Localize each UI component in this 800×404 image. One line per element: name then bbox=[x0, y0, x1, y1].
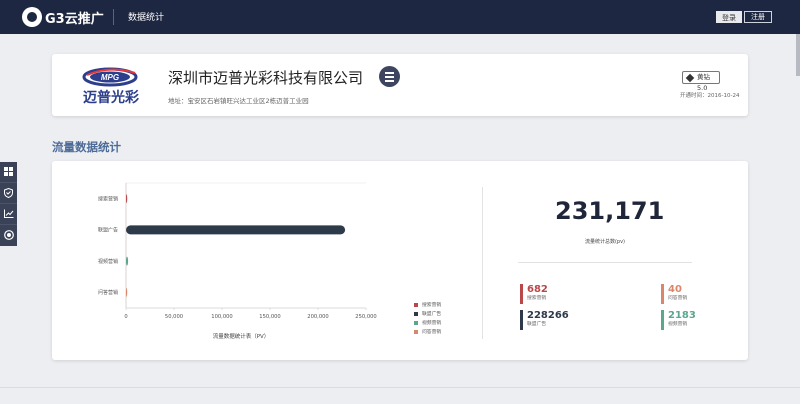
card-divider bbox=[482, 187, 483, 339]
metric-label: 视频营销 bbox=[668, 322, 688, 327]
y-tick-label: 问答营销 bbox=[98, 289, 118, 296]
grid-icon bbox=[4, 167, 13, 176]
legend-label: 问答营销 bbox=[422, 330, 442, 335]
metric-search: 682 搜索营销 bbox=[520, 284, 580, 304]
metric-label: 联盟广告 bbox=[527, 322, 547, 327]
company-logo-mark: MPG bbox=[101, 73, 119, 82]
company-name: 深圳市迈普光彩科技有限公司 bbox=[168, 69, 364, 87]
nav-divider bbox=[113, 9, 114, 25]
metric-color-bar bbox=[520, 310, 523, 330]
footer-divider bbox=[0, 387, 800, 388]
metric-label: 问答营销 bbox=[668, 296, 688, 301]
metric-value: 40 bbox=[668, 284, 682, 295]
metric-video: 2183 视频营销 bbox=[661, 310, 721, 330]
metric-label: 搜索营销 bbox=[527, 296, 547, 301]
open-time: 开通时间：2016-10-24 bbox=[680, 93, 740, 99]
metric-value: 2183 bbox=[668, 310, 696, 321]
total-pv-label: 流量统计总数(pv) bbox=[584, 239, 626, 245]
side-button-shield[interactable] bbox=[0, 183, 17, 204]
bar-0 bbox=[126, 194, 128, 204]
member-level-label: 黄钻5.0 bbox=[697, 73, 710, 92]
shield-icon bbox=[4, 188, 13, 198]
company-logo-text: 迈普光彩 bbox=[83, 89, 139, 106]
x-tick-label: 150,000 bbox=[259, 314, 280, 320]
company-address: 地址：宝安区石岩镇旺兴达工业区2栋迈普工业园 bbox=[168, 97, 309, 105]
company-card: MPG 迈普光彩 深圳市迈普光彩科技有限公司 地址：宝安区石岩镇旺兴达工业区2栋… bbox=[52, 54, 748, 116]
register-button[interactable]: 注册 bbox=[744, 11, 772, 23]
metric-value: 228266 bbox=[527, 310, 569, 321]
scrollbar-thumb[interactable] bbox=[796, 34, 800, 76]
x-tick-label: 250,000 bbox=[355, 314, 376, 320]
menu-icon[interactable] bbox=[379, 66, 400, 87]
metric-alliance-ads: 228266 联盟广告 bbox=[520, 310, 580, 330]
side-button-grid[interactable] bbox=[0, 162, 17, 183]
metric-value: 682 bbox=[527, 284, 548, 295]
legend-label: 联盟广告 bbox=[422, 312, 442, 317]
chart-legend: 搜索营销联盟广告视频营销问答营销 bbox=[414, 300, 441, 336]
legend-label: 搜索营销 bbox=[422, 303, 442, 308]
y-tick-label: 联盟广告 bbox=[98, 227, 118, 234]
chart-icon bbox=[4, 209, 14, 218]
bar-2 bbox=[126, 256, 129, 266]
company-logo: MPG 迈普光彩 bbox=[63, 65, 159, 107]
legend-swatch bbox=[414, 302, 418, 307]
member-level-button[interactable]: 黄钻5.0 bbox=[682, 71, 720, 92]
side-button-target[interactable] bbox=[0, 225, 17, 246]
side-button-chart[interactable] bbox=[0, 204, 17, 225]
brand-logo-icon bbox=[22, 7, 42, 27]
stats-card: 搜索营销 联盟广告 视频营销 问答营销 0 50,000 100,000 150,000 200… bbox=[52, 161, 748, 360]
legend-swatch bbox=[414, 311, 418, 316]
section-title: 流量数据统计 bbox=[52, 140, 121, 154]
target-icon bbox=[4, 230, 14, 240]
legend-item[interactable]: 搜索营销 bbox=[414, 300, 441, 309]
x-tick-label: 50,000 bbox=[165, 314, 183, 320]
legend-swatch bbox=[414, 329, 418, 334]
brand-name: G3云推广 bbox=[45, 11, 104, 27]
x-axis-label: 流量数据统计表（PV） bbox=[213, 332, 270, 340]
summary-divider bbox=[518, 262, 692, 263]
y-tick-label: 搜索营销 bbox=[98, 195, 118, 202]
metric-qa: 40 问答营销 bbox=[661, 284, 721, 304]
side-toolbar bbox=[0, 162, 17, 246]
x-tick-label: 100,000 bbox=[211, 314, 232, 320]
brand-logo[interactable]: G3云推广 bbox=[22, 7, 104, 27]
top-navbar: G3云推广 数据统计 登录 注册 bbox=[0, 0, 800, 34]
total-pv-value: 231,171 bbox=[555, 197, 665, 225]
metric-color-bar bbox=[661, 310, 664, 330]
legend-swatch bbox=[414, 320, 418, 325]
y-tick-label: 视频营销 bbox=[98, 258, 118, 265]
legend-item[interactable]: 视频营销 bbox=[414, 318, 441, 327]
metric-color-bar bbox=[520, 284, 523, 304]
login-button[interactable]: 登录 bbox=[716, 11, 742, 23]
legend-item[interactable]: 问答营销 bbox=[414, 327, 441, 336]
bar-3 bbox=[126, 287, 128, 297]
legend-label: 视频营销 bbox=[422, 321, 442, 326]
bar-1 bbox=[126, 225, 346, 235]
x-tick-label: 0 bbox=[124, 314, 127, 320]
metric-color-bar bbox=[661, 284, 664, 304]
page-title: 数据统计 bbox=[128, 13, 165, 23]
legend-item[interactable]: 联盟广告 bbox=[414, 309, 441, 318]
diamond-icon bbox=[685, 73, 695, 83]
x-tick-label: 200,000 bbox=[307, 314, 328, 320]
